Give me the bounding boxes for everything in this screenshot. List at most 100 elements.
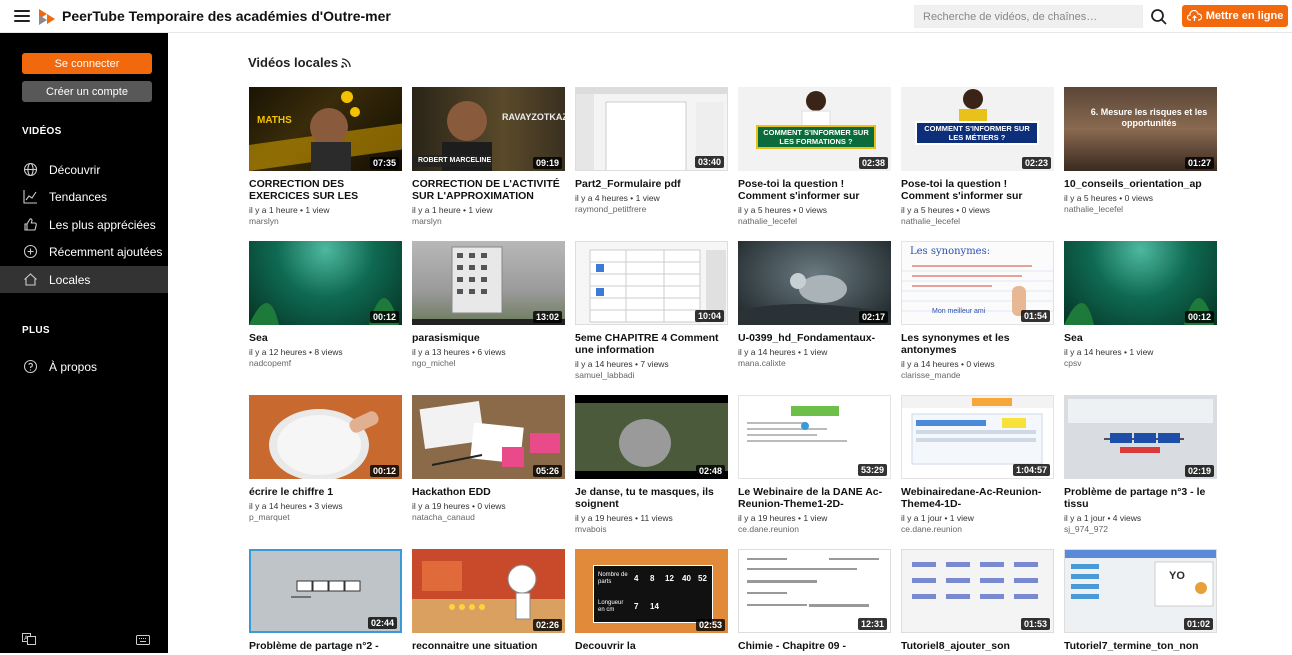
video-title[interactable]: parasismique [412,332,562,344]
video-card[interactable]: 02:48 Je danse, tu te masques, ils soign… [575,395,730,535]
video-title[interactable]: 10_conseils_orientation_ap [1064,178,1214,190]
video-title[interactable]: CORRECTION DES EXERCICES SUR LES [249,178,399,202]
video-title[interactable]: Chimie - Chapitre 09 - [738,640,888,652]
video-card[interactable]: 10:04 5eme CHAPITRE 4 Comment une inform… [575,241,730,381]
video-card[interactable]: 12:31 Chimie - Chapitre 09 - [738,549,893,655]
video-thumbnail[interactable]: 53:29 [738,395,891,479]
site-title[interactable]: PeerTube Temporaire des académies d'Outr… [62,8,391,24]
video-thumbnail[interactable]: 02:26 [412,549,565,633]
video-title[interactable]: Hackathon EDD [412,486,562,498]
hamburger-menu-icon[interactable] [14,10,30,23]
video-author[interactable]: marslyn [412,216,567,227]
rss-icon[interactable] [341,57,351,68]
video-card[interactable]: RAVAYZOTKAZ ROBERT MARCELINE 09:19 CORRE… [412,87,567,227]
video-thumbnail[interactable]: YO 01:02 [1064,549,1217,633]
sidebar-item-recently-added[interactable]: Récemment ajoutées [0,238,168,265]
video-thumbnail[interactable]: 1:04:57 [901,395,1054,479]
sidebar-item-local[interactable]: Locales [0,266,168,293]
video-title[interactable]: écrire le chiffre 1 [249,486,399,498]
search-input[interactable] [914,5,1143,28]
login-button[interactable]: Se connecter [22,53,152,74]
video-thumbnail[interactable]: 6. Mesure les risques et les opportunité… [1064,87,1217,171]
video-card[interactable]: YO 01:02 Tutoriel7_termine_ton_non [1064,549,1219,655]
video-title[interactable]: CORRECTION DE L'ACTIVITÉ SUR L'APPROXIMA… [412,178,562,202]
video-thumbnail[interactable]: 02:44 [249,549,402,633]
video-author[interactable]: natacha_canaud [412,512,567,523]
video-author[interactable]: nadcopemf [249,358,404,369]
video-card[interactable]: 1:04:57 Webinairedane-Ac-Reunion-Theme4-… [901,395,1056,535]
video-title[interactable]: Tutoriel7_termine_ton_non [1064,640,1214,652]
video-title[interactable]: Tutoriel8_ajouter_son [901,640,1051,652]
video-author[interactable]: ce.dane.reunion [738,524,893,535]
video-thumbnail[interactable]: Les synonymes: Mon meilleur ami 01:54 [901,241,1054,325]
video-author[interactable]: marslyn [249,216,404,227]
video-card[interactable]: Les synonymes: Mon meilleur ami 01:54 Le… [901,241,1056,381]
video-card[interactable]: 02:17 U-0399_hd_Fondamentaux- il y a 14 … [738,241,893,369]
video-author[interactable]: ce.dane.reunion [901,524,1056,535]
video-thumbnail[interactable]: 02:48 [575,395,728,479]
sidebar-item-most-liked[interactable]: Les plus appréciées [0,211,168,238]
video-title[interactable]: Pose-toi la question ! Comment s'informe… [901,178,1051,202]
video-thumbnail[interactable]: MATHS 07:35 [249,87,402,171]
sidebar-item-discover[interactable]: Découvrir [0,156,168,183]
video-title[interactable]: Les synonymes et les antonymes [901,332,1051,356]
peertube-logo-icon[interactable] [38,9,56,25]
video-thumbnail[interactable]: 00:12 [1064,241,1217,325]
video-card[interactable]: 02:44 Problème de partage n°2 - [249,549,404,655]
language-icon[interactable]: A [22,633,36,645]
video-title[interactable]: Je danse, tu te masques, ils soignent [575,486,725,510]
video-author[interactable]: clarisse_mande [901,370,1056,381]
video-title[interactable]: Le Webinaire de la DANE Ac-Reunion-Theme… [738,486,888,510]
video-card[interactable]: 03:40 Part2_Formulaire pdf il y a 4 heur… [575,87,730,215]
create-account-button[interactable]: Créer un compte [22,81,152,102]
video-card[interactable]: MATHS 07:35 CORRECTION DES EXERCICES SUR… [249,87,404,227]
video-card[interactable]: Nombre de parts Longueur en cm 4 8 12 40… [575,549,730,655]
video-author[interactable]: mvabois [575,524,730,535]
video-title[interactable]: Part2_Formulaire pdf [575,178,725,190]
video-author[interactable]: raymond_petitfrere [575,204,730,215]
video-author[interactable]: mana.calixte [738,358,893,369]
video-thumbnail[interactable]: 13:02 [412,241,565,325]
video-author[interactable]: nathalie_lecefel [738,216,893,227]
keyboard-icon[interactable] [136,634,150,646]
video-thumbnail[interactable]: 02:19 [1064,395,1217,479]
video-thumbnail[interactable]: 03:40 [575,87,728,171]
sidebar-item-about[interactable]: À propos [0,353,168,380]
video-card[interactable]: 53:29 Le Webinaire de la DANE Ac-Reunion… [738,395,893,535]
video-author[interactable]: nathalie_lecefel [901,216,1056,227]
video-title[interactable]: Pose-toi la question ! Comment s'informe… [738,178,888,202]
video-card[interactable]: 6. Mesure les risques et les opportunité… [1064,87,1219,215]
video-title[interactable]: Problème de partage n°2 - [249,640,399,652]
video-title[interactable]: Webinairedane-Ac-Reunion-Theme4-1D- [901,486,1051,510]
video-title[interactable]: reconnaitre une situation [412,640,562,652]
video-thumbnail[interactable]: 12:31 [738,549,891,633]
sidebar-item-trending[interactable]: Tendances [0,183,168,210]
video-thumbnail[interactable]: 10:04 [575,241,728,325]
video-author[interactable]: p_marquet [249,512,404,523]
video-thumbnail[interactable]: COMMENT S'INFORMER SUR LES MÉTIERS ? 02:… [901,87,1054,171]
video-card[interactable]: 00:12 Sea il y a 14 heures • 1 view cpsv [1064,241,1219,369]
video-card[interactable]: 13:02 parasismique il y a 13 heures • 6 … [412,241,567,369]
video-title[interactable]: Problème de partage n°3 - le tissu [1064,486,1214,510]
search-icon[interactable] [1150,8,1168,26]
video-author[interactable]: cpsv [1064,358,1219,369]
video-card[interactable]: COMMENT S'INFORMER SUR LES MÉTIERS ? 02:… [901,87,1056,227]
video-author[interactable]: sj_974_972 [1064,524,1219,535]
video-card[interactable]: 00:12 Sea il y a 12 heures • 8 views nad… [249,241,404,369]
video-card[interactable]: 05:26 Hackathon EDD il y a 19 heures • 0… [412,395,567,523]
video-card[interactable]: 02:26 reconnaitre une situation [412,549,567,655]
video-title[interactable]: U-0399_hd_Fondamentaux- [738,332,888,344]
video-title[interactable]: Sea [249,332,399,344]
video-card[interactable]: 02:19 Problème de partage n°3 - le tissu… [1064,395,1219,535]
video-thumbnail[interactable]: COMMENT S'INFORMER SUR LES FORMATIONS ? … [738,87,891,171]
video-title[interactable]: Sea [1064,332,1214,344]
video-thumbnail[interactable]: 05:26 [412,395,565,479]
video-thumbnail[interactable]: 01:53 [901,549,1054,633]
video-card[interactable]: 01:53 Tutoriel8_ajouter_son [901,549,1056,655]
video-thumbnail[interactable]: 00:12 [249,395,402,479]
video-card[interactable]: 00:12 écrire le chiffre 1 il y a 14 heur… [249,395,404,523]
video-thumbnail[interactable]: Nombre de parts Longueur en cm 4 8 12 40… [575,549,728,633]
video-thumbnail[interactable]: 02:17 [738,241,891,325]
video-card[interactable]: COMMENT S'INFORMER SUR LES FORMATIONS ? … [738,87,893,227]
video-title[interactable]: Decouvrir la [575,640,725,652]
